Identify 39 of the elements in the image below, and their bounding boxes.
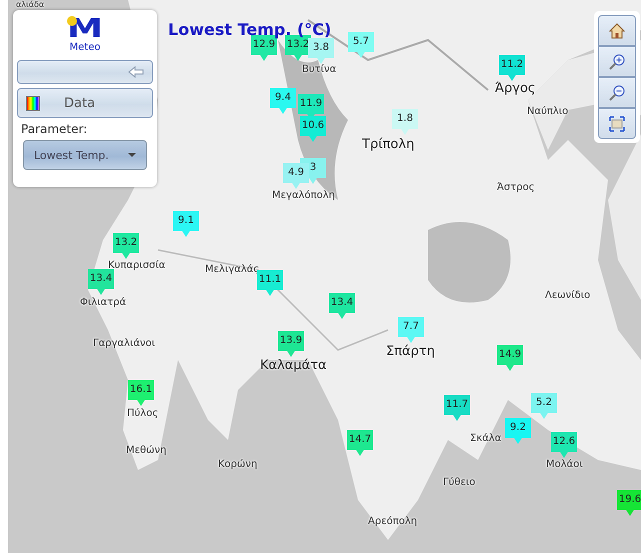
place-label: Μεθώνη [126,445,166,456]
place-label: Πύλος [127,408,158,419]
place-label: Σκάλα [470,433,502,444]
place-label: Καλαμάτα [260,358,327,373]
place-label: Άστρος [497,182,535,193]
zoom-in-button[interactable] [598,46,636,77]
zoom-out-button[interactable] [598,77,636,108]
place-label: αλιάδα [16,0,44,9]
place-label: Τρίπολη [362,137,414,152]
data-button[interactable]: Data [17,88,153,118]
temperature-marker[interactable]: 19.6 [617,490,641,516]
place-label: Σπάρτη [386,344,435,359]
place-label: Κορώνη [218,459,258,470]
parameter-select[interactable]: Lowest Temp. [23,140,147,170]
place-label: Κυπαρισσία [108,260,166,271]
place-label: Ναύπλιο [527,106,568,117]
temperature-marker[interactable]: 12.6 [551,432,577,458]
place-label: Γύθειο [443,477,476,488]
place-label: Γαργαλιάνοι [93,338,156,349]
place-label: Φιλιατρά [80,297,126,308]
home-button[interactable] [598,15,636,46]
caret-icon [128,153,136,157]
place-label: Μελιγαλάς [205,264,260,275]
place-label: Λεωνίδιο [545,290,590,301]
logo-text: Meteo [70,42,100,54]
place-label: Αρεόπολη [368,516,418,527]
house-icon [608,22,626,40]
parameter-label: Parameter: [21,122,88,136]
place-label: Βυτίνα [302,64,336,75]
full-extent-button[interactable] [598,108,636,139]
arrow-left-icon [128,66,144,78]
place-label: Άργος [495,81,536,96]
zoom-in-icon [608,52,626,70]
color-scale-icon [26,96,40,110]
temperature-marker[interactable]: 9.2 [505,418,531,444]
place-label: Μολάοι [546,459,583,470]
zoom-out-icon [608,84,626,102]
place-label: Μεγαλόπολη [272,190,335,201]
full-extent-icon [608,114,626,132]
